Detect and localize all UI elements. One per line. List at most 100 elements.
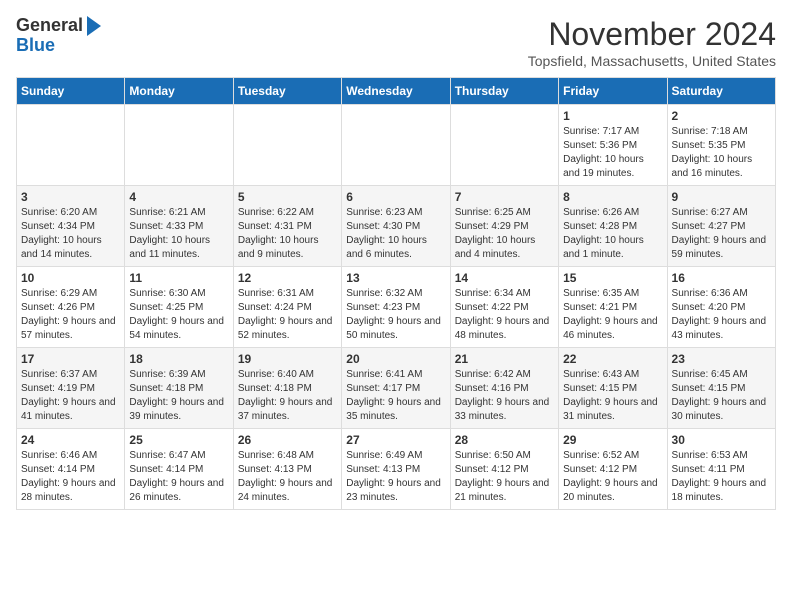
day-info: Sunrise: 6:20 AM Sunset: 4:34 PM Dayligh… [21, 206, 120, 262]
day-number: 8 [563, 190, 662, 204]
day-number: 28 [455, 433, 554, 447]
header-saturday: Saturday [667, 78, 775, 105]
calendar-cell [342, 105, 450, 186]
day-number: 22 [563, 352, 662, 366]
day-info: Sunrise: 6:45 AM Sunset: 4:15 PM Dayligh… [672, 368, 771, 424]
calendar-week-row: 10 Sunrise: 6:29 AM Sunset: 4:26 PM Dayli… [17, 267, 776, 348]
calendar-cell: 16Sunrise: 6:36 AM Sunset: 4:20 PM Dayli… [667, 267, 775, 348]
day-info: Sunrise: 6:41 AM Sunset: 4:17 PM Dayligh… [346, 368, 445, 424]
header-tuesday: Tuesday [233, 78, 341, 105]
weekday-header-row: Sunday Monday Tuesday Wednesday Thursday… [17, 78, 776, 105]
calendar-header: Sunday Monday Tuesday Wednesday Thursday… [17, 78, 776, 105]
day-number: 10 [21, 271, 120, 285]
calendar-cell: 26 Sunrise: 6:48 AM Sunset: 4:13 PM Dayli… [233, 429, 341, 510]
day-info: Sunrise: 6:34 AM Sunset: 4:22 PM Dayligh… [455, 287, 554, 343]
calendar-cell: 24 Sunrise: 6:46 AM Sunset: 4:14 PM Dayli… [17, 429, 125, 510]
calendar-cell: 7Sunrise: 6:25 AM Sunset: 4:29 PM Daylig… [450, 186, 558, 267]
day-info: Sunrise: 6:47 AM Sunset: 4:14 PM Dayligh… [129, 449, 228, 505]
logo-blue: Blue [16, 36, 55, 56]
calendar-cell: 29Sunrise: 6:52 AM Sunset: 4:12 PM Dayli… [559, 429, 667, 510]
month-title: November 2024 [528, 16, 776, 53]
logo-arrow-icon [87, 16, 101, 36]
calendar-cell: 21Sunrise: 6:42 AM Sunset: 4:16 PM Dayli… [450, 348, 558, 429]
day-number: 4 [129, 190, 228, 204]
calendar-cell: 27 Sunrise: 6:49 AM Sunset: 4:13 PM Dayli… [342, 429, 450, 510]
day-info: Sunrise: 6:53 AM Sunset: 4:11 PM Dayligh… [672, 449, 771, 505]
calendar-cell: 18Sunrise: 6:39 AM Sunset: 4:18 PM Dayli… [125, 348, 233, 429]
day-number: 12 [238, 271, 337, 285]
calendar-cell: 25 Sunrise: 6:47 AM Sunset: 4:14 PM Dayli… [125, 429, 233, 510]
day-info: Sunrise: 6:31 AM Sunset: 4:24 PM Dayligh… [238, 287, 337, 343]
day-info: Sunrise: 6:42 AM Sunset: 4:16 PM Dayligh… [455, 368, 554, 424]
day-number: 29 [563, 433, 662, 447]
day-info: Sunrise: 6:49 AM Sunset: 4:13 PM Dayligh… [346, 449, 445, 505]
day-number: 26 [238, 433, 337, 447]
day-number: 13 [346, 271, 445, 285]
day-number: 7 [455, 190, 554, 204]
day-info: Sunrise: 6:46 AM Sunset: 4:14 PM Dayligh… [21, 449, 120, 505]
day-info: Sunrise: 6:30 AM Sunset: 4:25 PM Dayligh… [129, 287, 228, 343]
day-info: Sunrise: 6:32 AM Sunset: 4:23 PM Dayligh… [346, 287, 445, 343]
day-info: Sunrise: 6:48 AM Sunset: 4:13 PM Dayligh… [238, 449, 337, 505]
header-monday: Monday [125, 78, 233, 105]
header-sunday: Sunday [17, 78, 125, 105]
calendar-cell: 5 Sunrise: 6:22 AM Sunset: 4:31 PM Daylig… [233, 186, 341, 267]
calendar-cell: 15 Sunrise: 6:35 AM Sunset: 4:21 PM Dayli… [559, 267, 667, 348]
day-number: 27 [346, 433, 445, 447]
header-wednesday: Wednesday [342, 78, 450, 105]
calendar-week-row: 17 Sunrise: 6:37 AM Sunset: 4:19 PM Dayli… [17, 348, 776, 429]
calendar-cell: 19 Sunrise: 6:40 AM Sunset: 4:18 PM Dayli… [233, 348, 341, 429]
calendar-table: Sunday Monday Tuesday Wednesday Thursday… [16, 77, 776, 510]
calendar-week-row: 1 Sunrise: 7:17 AM Sunset: 5:36 PM Daylig… [17, 105, 776, 186]
header-friday: Friday [559, 78, 667, 105]
day-info: Sunrise: 6:21 AM Sunset: 4:33 PM Dayligh… [129, 206, 228, 262]
day-number: 6 [346, 190, 445, 204]
day-info: Sunrise: 6:39 AM Sunset: 4:18 PM Dayligh… [129, 368, 228, 424]
day-number: 5 [238, 190, 337, 204]
day-number: 19 [238, 352, 337, 366]
day-info: Sunrise: 7:18 AM Sunset: 5:35 PM Dayligh… [672, 125, 771, 181]
calendar-cell: 3Sunrise: 6:20 AM Sunset: 4:34 PM Daylig… [17, 186, 125, 267]
calendar-cell: 4 Sunrise: 6:21 AM Sunset: 4:33 PM Daylig… [125, 186, 233, 267]
day-number: 20 [346, 352, 445, 366]
day-number: 25 [129, 433, 228, 447]
calendar-cell: 14 Sunrise: 6:34 AM Sunset: 4:22 PM Dayli… [450, 267, 558, 348]
calendar-cell: 9Sunrise: 6:27 AM Sunset: 4:27 PM Daylig… [667, 186, 775, 267]
day-number: 11 [129, 271, 228, 285]
day-number: 2 [672, 109, 771, 123]
day-info: Sunrise: 6:40 AM Sunset: 4:18 PM Dayligh… [238, 368, 337, 424]
day-info: Sunrise: 6:43 AM Sunset: 4:15 PM Dayligh… [563, 368, 662, 424]
day-info: Sunrise: 6:37 AM Sunset: 4:19 PM Dayligh… [21, 368, 120, 424]
logo-general: General [16, 16, 83, 36]
header: General Blue November 2024 Topsfield, Ma… [16, 16, 776, 69]
calendar-cell: 2 Sunrise: 7:18 AM Sunset: 5:35 PM Daylig… [667, 105, 775, 186]
day-number: 30 [672, 433, 771, 447]
calendar-cell: 10 Sunrise: 6:29 AM Sunset: 4:26 PM Dayli… [17, 267, 125, 348]
day-info: Sunrise: 6:27 AM Sunset: 4:27 PM Dayligh… [672, 206, 771, 262]
header-thursday: Thursday [450, 78, 558, 105]
day-number: 17 [21, 352, 120, 366]
day-info: Sunrise: 6:50 AM Sunset: 4:12 PM Dayligh… [455, 449, 554, 505]
logo: General Blue [16, 16, 101, 56]
calendar-cell [17, 105, 125, 186]
day-info: Sunrise: 6:26 AM Sunset: 4:28 PM Dayligh… [563, 206, 662, 262]
location-title: Topsfield, Massachusetts, United States [528, 53, 776, 69]
calendar-cell: 23Sunrise: 6:45 AM Sunset: 4:15 PM Dayli… [667, 348, 775, 429]
calendar-cell [233, 105, 341, 186]
day-info: Sunrise: 6:35 AM Sunset: 4:21 PM Dayligh… [563, 287, 662, 343]
day-info: Sunrise: 6:23 AM Sunset: 4:30 PM Dayligh… [346, 206, 445, 262]
day-info: Sunrise: 6:29 AM Sunset: 4:26 PM Dayligh… [21, 287, 120, 343]
calendar-cell: 22 Sunrise: 6:43 AM Sunset: 4:15 PM Dayli… [559, 348, 667, 429]
title-block: November 2024 Topsfield, Massachusetts, … [528, 16, 776, 69]
day-info: Sunrise: 6:36 AM Sunset: 4:20 PM Dayligh… [672, 287, 771, 343]
calendar-week-row: 24 Sunrise: 6:46 AM Sunset: 4:14 PM Dayli… [17, 429, 776, 510]
calendar-cell: 6 Sunrise: 6:23 AM Sunset: 4:30 PM Daylig… [342, 186, 450, 267]
calendar-cell: 30 Sunrise: 6:53 AM Sunset: 4:11 PM Dayli… [667, 429, 775, 510]
day-number: 1 [563, 109, 662, 123]
day-number: 15 [563, 271, 662, 285]
calendar-cell: 13 Sunrise: 6:32 AM Sunset: 4:23 PM Dayli… [342, 267, 450, 348]
day-number: 14 [455, 271, 554, 285]
day-number: 24 [21, 433, 120, 447]
day-info: Sunrise: 6:22 AM Sunset: 4:31 PM Dayligh… [238, 206, 337, 262]
day-info: Sunrise: 7:17 AM Sunset: 5:36 PM Dayligh… [563, 125, 662, 181]
